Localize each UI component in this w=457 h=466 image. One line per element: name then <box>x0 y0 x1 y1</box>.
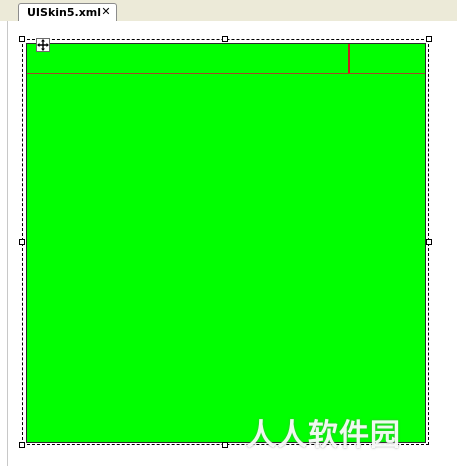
design-form[interactable] <box>26 43 426 443</box>
tab-strip: UISkin5.xml ✕ <box>0 0 457 22</box>
resize-handle-bottom[interactable] <box>222 442 228 448</box>
resize-handle-bottom-left[interactable] <box>19 442 25 448</box>
resize-handle-top-right[interactable] <box>426 36 432 42</box>
resize-handle-left[interactable] <box>19 239 25 245</box>
close-tab-icon[interactable]: ✕ <box>100 5 112 19</box>
resize-handle-right[interactable] <box>426 239 432 245</box>
vertical-guide-line[interactable] <box>348 44 350 73</box>
tab-label: UISkin5.xml <box>27 6 102 19</box>
tab-uiskin5-xml[interactable]: UISkin5.xml ✕ <box>18 3 117 21</box>
watermark-text: 人人软件园 <box>246 418 401 453</box>
horizontal-guide-line <box>27 73 425 74</box>
resize-handle-top[interactable] <box>222 36 228 42</box>
move-arrows-icon[interactable] <box>36 38 50 52</box>
resize-handle-top-left[interactable] <box>19 36 25 42</box>
design-editor[interactable] <box>0 21 457 466</box>
editor-left-rule <box>7 21 8 466</box>
